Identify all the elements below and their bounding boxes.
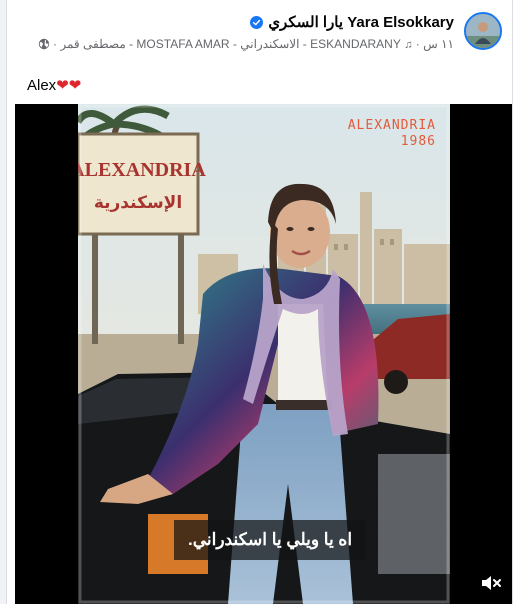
post-text: Alex❤❤	[27, 76, 81, 94]
post-header: Yara Elsokkary يارا السكري ١١ س · ♫ ESKA…	[7, 0, 512, 66]
globe-icon	[38, 38, 49, 50]
verified-badge-icon	[250, 15, 264, 29]
post-card: Yara Elsokkary يارا السكري ١١ س · ♫ ESKA…	[6, 0, 513, 604]
post-time[interactable]: ١١ س	[423, 37, 454, 51]
watermark-year: 1986	[400, 134, 436, 149]
watermark-city: ALEXANDRIA	[347, 118, 436, 133]
music-track[interactable]: ESKANDARANY - الاسكندراني - MOSTAFA AMAR…	[60, 37, 400, 51]
author-name-row: Yara Elsokkary يارا السكري	[250, 13, 454, 31]
video-subtitle: اه يا ويلي يا اسكندراني.	[174, 520, 367, 560]
mute-button[interactable]	[478, 570, 504, 596]
post-text-content: Alex	[27, 77, 57, 94]
video-watermark: ALEXANDRIA 1986	[348, 118, 436, 150]
sign-english-text: ALEXANDRIA	[78, 159, 206, 181]
speaker-muted-icon	[482, 576, 501, 590]
post-meta: ١١ س · ♫ ESKANDARANY - الاسكندراني - MOS…	[34, 35, 454, 54]
video-frame[interactable]: ALEXANDRIA الإسكندرية ALEXANDRIA 1986 اه…	[78, 104, 450, 604]
video-player[interactable]: ALEXANDRIA الإسكندرية ALEXANDRIA 1986 اه…	[15, 104, 512, 604]
author-name[interactable]: Yara Elsokkary يارا السكري	[268, 13, 454, 31]
heart-emoji: ❤❤	[56, 77, 82, 94]
author-avatar[interactable]	[464, 12, 502, 50]
sign-arabic-text: الإسكندرية	[94, 193, 182, 213]
